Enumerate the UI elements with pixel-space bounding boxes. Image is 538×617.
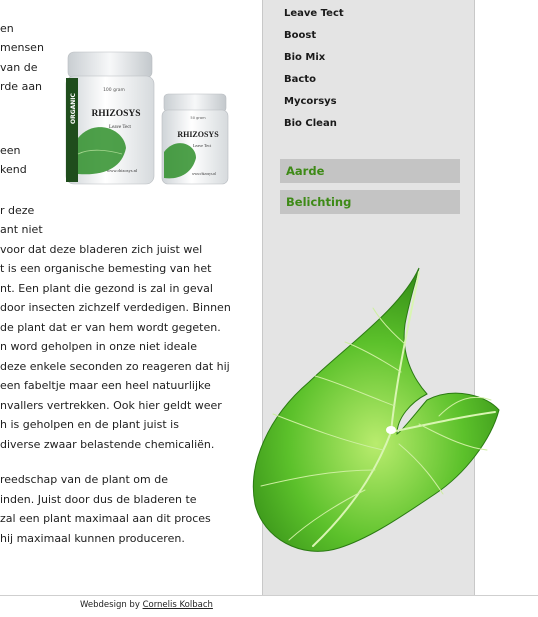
article-line: n word geholpen in onze niet ideale [0,340,197,353]
article-line: zal een plant maximaal aan dit proces [0,512,211,525]
article-line: en [0,22,14,35]
footer: Webdesign by Cornelis Kolbach [0,595,538,617]
article-line: deze enkele seconden zo reageren dat hij [0,360,230,373]
large-jar-url: www.rhizosys.nl [107,168,138,173]
article-line: rde aan [0,80,43,93]
category-belichting-button[interactable]: Belichting [280,190,460,214]
article-line: hij maximaal kunnen produceren. [0,532,185,545]
sidebar-item-mycorsys[interactable]: Mycorsys [284,96,337,107]
article-line: mensen [0,41,44,54]
large-jar-variant: Leave Tect [109,125,132,130]
sidebar-item-bio-clean[interactable]: Bio Clean [284,118,337,129]
article-line: een fabeltje maar een heel natuurlijke [0,379,211,392]
product-photo: 100 gram RHIZOSYS Leave Tect www.rhizosy… [65,51,229,185]
large-jar-size: 100 gram [103,87,125,93]
article-line: inden. Juist door dus de bladeren te [0,493,197,506]
large-jar: 100 gram RHIZOSYS Leave Tect www.rhizosy… [65,51,155,185]
article-line: een [0,144,21,157]
article-line: diverse zwaar belastende chemicaliën. [0,438,215,451]
footer-prefix: Webdesign by [80,600,140,610]
small-jar-size: 50 gram [190,116,206,120]
article-line: h is geholpen en de plant juist is [0,418,179,431]
small-jar: 50 gram RHIZOSYS Leave Tect www.rhizosys… [161,93,229,185]
article-line: door insecten zichzelf verdedigen. Binne… [0,301,231,314]
article-line: de plant dat er van hem wordt gegeten. [0,321,221,334]
leaf-illustration [252,267,500,552]
article-line: nvallers vertrekken. Ook hier geldt weer [0,399,222,412]
sidebar-item-leave-tect[interactable]: Leave Tect [284,8,344,19]
article-line: ant niet [0,223,43,236]
sidebar-item-bacto[interactable]: Bacto [284,74,316,85]
article-text: en mensen van de rde aan een kend r deze… [0,0,262,595]
category-aarde-button[interactable]: Aarde [280,159,460,183]
sidebar-item-bio-mix[interactable]: Bio Mix [284,52,325,63]
footer-credit: Webdesign by Cornelis Kolbach [80,600,213,610]
article-line: van de [0,61,38,74]
small-jar-variant: Leave Tect [193,143,212,148]
sidebar-item-boost[interactable]: Boost [284,30,316,41]
article-line: r deze [0,204,35,217]
small-jar-brand: RHIZOSYS [177,130,219,139]
article-line: voor dat deze bladeren zich juist wel [0,243,203,256]
large-jar-side-text: ORGANIC [70,92,77,124]
footer-author-link[interactable]: Cornelis Kolbach [143,600,213,610]
large-jar-brand: RHIZOSYS [91,109,140,119]
article-line: reedschap van de plant om de [0,473,168,486]
article-line: nt. Een plant die gezond is zal in geval [0,282,213,295]
article-line: kend [0,163,27,176]
article-line: t is een organische bemesting van het [0,262,212,275]
small-jar-url: www.rhizosys.nl [192,172,216,176]
